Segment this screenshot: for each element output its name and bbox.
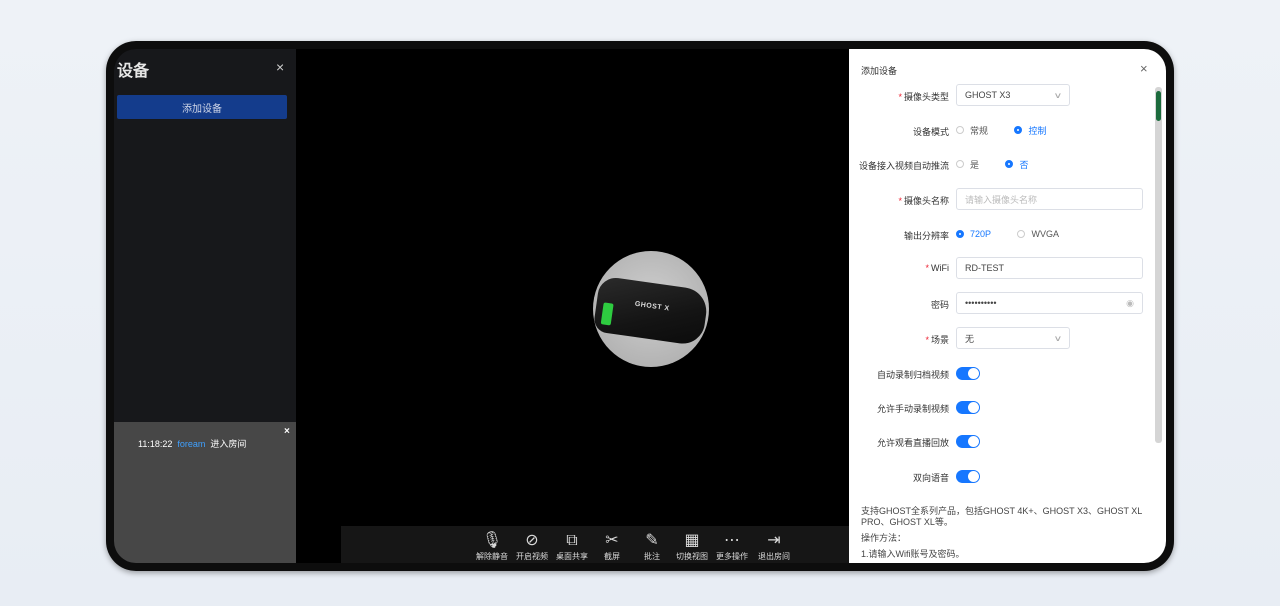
start-video-button[interactable]: ⊘ 开启视频 bbox=[511, 532, 553, 562]
add-device-button[interactable]: 添加设备 bbox=[117, 95, 287, 119]
camera-led bbox=[600, 302, 614, 326]
more-icon: ⋯ bbox=[724, 532, 740, 549]
camera-name-input[interactable]: 请输入摄像头名称 bbox=[956, 188, 1143, 210]
annotate-icon: ✎ bbox=[645, 532, 659, 549]
two-way-audio-switch[interactable] bbox=[956, 470, 980, 483]
two-way-audio-label: 双向语音 bbox=[912, 473, 949, 483]
meeting-toolbar: 🎙 解除静音 ⊘ 开启视频 ⧉ 桌面共享 ✂ 截屏 ✎ 批注 ▦ 切换视图 ⋯ … bbox=[341, 526, 849, 563]
sidebar-close-icon[interactable]: × bbox=[276, 59, 284, 75]
wifi-input[interactable]: RD-TEST bbox=[956, 257, 1143, 279]
add-device-dialog: 添加设备 × * 摄像头类型 GHOST X3 ∨ 设备模式 常规 控制 设备接… bbox=[849, 49, 1166, 563]
more-actions-button[interactable]: ⋯ 更多操作 bbox=[711, 532, 753, 562]
camera-preview-image: GHOST X bbox=[593, 251, 709, 367]
resolution-row: 输出分辨率 720P WVGA bbox=[849, 223, 1155, 247]
resolution-label: 输出分辨率 bbox=[903, 231, 949, 241]
camera-model-label: GHOST X bbox=[634, 300, 670, 313]
dialog-scrollbar[interactable] bbox=[1155, 87, 1162, 443]
resolution-720p-radio[interactable]: 720P bbox=[956, 223, 991, 245]
password-input[interactable]: •••••••••• ◉ bbox=[956, 292, 1143, 314]
eye-icon[interactable]: ◉ bbox=[1126, 298, 1134, 309]
auto-record-switch[interactable] bbox=[956, 367, 980, 380]
auto-push-yes-radio[interactable]: 是 bbox=[956, 153, 979, 175]
resolution-radio-group: 720P WVGA bbox=[956, 223, 1081, 245]
camera-type-select[interactable]: GHOST X3 ∨ bbox=[956, 84, 1070, 106]
auto-push-radio-group: 是 否 bbox=[956, 153, 1050, 175]
video-off-icon: ⊘ bbox=[525, 532, 539, 549]
unmute-button[interactable]: 🎙 解除静音 bbox=[471, 532, 513, 562]
camera-type-row: * 摄像头类型 GHOST X3 ∨ bbox=[849, 84, 1155, 108]
description-line: 操作方法： bbox=[861, 533, 907, 543]
sidebar-title: 设备 bbox=[117, 63, 150, 80]
scene-select[interactable]: 无 ∨ bbox=[956, 327, 1070, 349]
chevron-down-icon: ∨ bbox=[1053, 333, 1063, 343]
video-area: GHOST X 🎙 解除静音 ⊘ 开启视频 ⧉ 桌面共享 ✂ 截屏 ✎ 批注 ▦… bbox=[296, 49, 849, 563]
screen-share-button[interactable]: ⧉ 桌面共享 bbox=[551, 532, 593, 562]
chat-time: 11:18:22 bbox=[138, 439, 173, 449]
chat-user: foream bbox=[177, 439, 206, 449]
auto-record-label: 自动录制归档视频 bbox=[876, 370, 949, 380]
auto-push-no-radio[interactable]: 否 bbox=[1005, 153, 1028, 175]
scene-label: 场景 bbox=[930, 335, 949, 345]
manual-record-label: 允许手动录制视频 bbox=[876, 404, 949, 414]
camera-type-label: 摄像头类型 bbox=[903, 92, 949, 102]
device-frame: 设备 × 添加设备 × 11:18:22 foream 进入房间 GHOST X 🎙 bbox=[106, 41, 1174, 571]
password-row: 密码 •••••••••• ◉ bbox=[849, 292, 1155, 316]
screenshot-icon: ✂ bbox=[605, 532, 619, 549]
device-mode-label: 设备模式 bbox=[912, 127, 949, 137]
screen-share-icon: ⧉ bbox=[566, 532, 578, 549]
scene-row: * 场景 无 ∨ bbox=[849, 327, 1155, 351]
grid-view-icon: ▦ bbox=[684, 532, 700, 549]
auto-push-row: 设备接入视频自动推流 是 否 bbox=[849, 153, 1155, 177]
wifi-row: * WiFi RD-TEST bbox=[849, 257, 1155, 281]
live-replay-switch[interactable] bbox=[956, 435, 980, 448]
manual-record-switch[interactable] bbox=[956, 401, 980, 414]
app-screen: 设备 × 添加设备 × 11:18:22 foream 进入房间 GHOST X 🎙 bbox=[114, 49, 1166, 563]
screenshot-button[interactable]: ✂ 截屏 bbox=[591, 532, 633, 562]
auto-push-label: 设备接入视频自动推流 bbox=[858, 161, 949, 171]
scrollbar-thumb[interactable] bbox=[1156, 91, 1161, 121]
live-replay-label: 允许观看直播回放 bbox=[876, 438, 949, 448]
exit-icon: ⇥ bbox=[767, 532, 781, 549]
wifi-label: WiFi bbox=[931, 263, 949, 273]
resolution-wvga-radio[interactable]: WVGA bbox=[1017, 223, 1059, 245]
dialog-description: 支持GHOST全系列产品，包括GHOST 4K+、GHOST X3、GHOST … bbox=[861, 506, 1146, 563]
device-mode-normal-radio[interactable]: 常规 bbox=[956, 119, 988, 141]
password-label: 密码 bbox=[930, 300, 949, 310]
chat-text: 进入房间 bbox=[210, 439, 247, 449]
dialog-close-icon[interactable]: × bbox=[1140, 61, 1148, 76]
description-line: 1.请输入Wifi账号及密码。 bbox=[861, 549, 965, 559]
auto-record-row: 自动录制归档视频 bbox=[849, 362, 1155, 386]
chat-close-icon[interactable]: × bbox=[284, 426, 290, 437]
live-replay-row: 允许观看直播回放 bbox=[849, 430, 1155, 454]
exit-room-button[interactable]: ⇥ 退出房间 bbox=[753, 532, 795, 562]
mic-off-icon: 🎙 bbox=[481, 532, 503, 549]
chevron-down-icon: ∨ bbox=[1053, 90, 1063, 100]
camera-body: GHOST X bbox=[593, 275, 709, 347]
device-mode-radio-group: 常规 控制 bbox=[956, 119, 1068, 141]
device-mode-control-radio[interactable]: 控制 bbox=[1014, 119, 1046, 141]
camera-name-label: 摄像头名称 bbox=[903, 196, 949, 206]
device-sidebar: 设备 × 添加设备 × 11:18:22 foream 进入房间 bbox=[114, 49, 296, 563]
annotate-button[interactable]: ✎ 批注 bbox=[631, 532, 673, 562]
device-mode-row: 设备模式 常规 控制 bbox=[849, 119, 1155, 143]
chat-message: 11:18:22 foream 进入房间 bbox=[138, 437, 246, 450]
two-way-audio-row: 双向语音 bbox=[849, 465, 1155, 489]
description-line: 支持GHOST全系列产品，包括GHOST 4K+、GHOST X3、GHOST … bbox=[861, 506, 1142, 527]
dialog-title: 添加设备 bbox=[861, 66, 898, 76]
manual-record-row: 允许手动录制视频 bbox=[849, 396, 1155, 420]
chat-panel: × 11:18:22 foream 进入房间 bbox=[114, 422, 296, 563]
switch-view-button[interactable]: ▦ 切换视图 bbox=[671, 532, 713, 562]
camera-name-row: * 摄像头名称 请输入摄像头名称 bbox=[849, 188, 1155, 212]
